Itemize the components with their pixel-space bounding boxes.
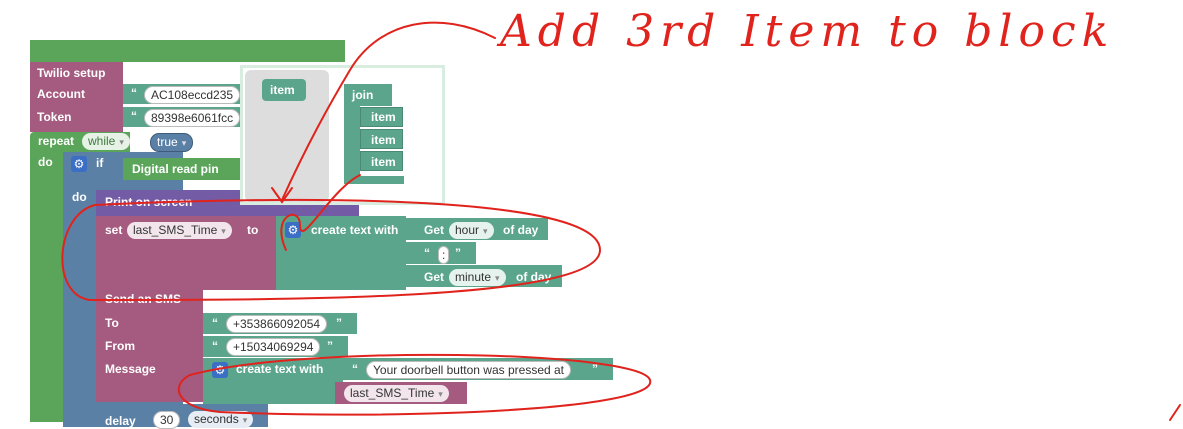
minute-dropdown[interactable]: minute ▾ [449, 269, 506, 286]
set-label: set [105, 223, 123, 237]
sms-to-label: To [105, 316, 119, 330]
minute-text: minute [455, 270, 492, 284]
repeat-do-label: do [38, 155, 53, 169]
message-variable-text: last_SMS_Time [350, 386, 435, 400]
dropdown-arrow-icon: ▾ [119, 137, 124, 147]
repeat-mode-dropdown[interactable]: while ▾ [82, 133, 130, 150]
flyout-join-label: join [352, 88, 374, 102]
sms-title: Send an SMS [105, 292, 182, 306]
of-day-label: of day [503, 223, 539, 237]
get-minute-label: Get [424, 270, 445, 284]
repeat-mode-text: while [88, 134, 116, 148]
account-quote: “ [131, 86, 137, 100]
repeat-top-strip [30, 40, 345, 62]
to-quote-open: “ [212, 316, 218, 330]
account-value-field[interactable]: AC108eccd235 [144, 86, 241, 104]
from-quote-open: “ [212, 339, 218, 353]
flyout-join-spine [344, 104, 360, 179]
colon-field[interactable]: : [438, 246, 450, 264]
set-variable-text: last_SMS_Time [133, 223, 218, 237]
twilio-account-label: Account [37, 87, 85, 101]
flyout-join-bottom [344, 176, 404, 184]
message-quote-close: ” [592, 362, 598, 376]
dropdown-arrow-icon: ▾ [483, 226, 488, 236]
dropdown-arrow-icon: ▾ [438, 389, 443, 399]
message-mutator-gear-icon[interactable]: ⚙ [212, 362, 228, 378]
delay-value-field[interactable]: 30 [153, 411, 181, 429]
repeat-label: repeat [38, 134, 75, 148]
annotation-stray-mark [1169, 404, 1181, 421]
flyout-join-item-3-label: item [371, 155, 396, 169]
from-value-field[interactable]: +15034069294 [226, 338, 321, 356]
delay-label: delay [105, 414, 136, 428]
create-text-mutator-gear-icon[interactable]: ⚙ [285, 222, 301, 238]
colon-quote-open: “ [424, 246, 430, 260]
message-variable-dropdown[interactable]: last_SMS_Time ▾ [344, 385, 449, 402]
of-day-label-2: of day [516, 270, 552, 284]
dropdown-arrow-icon: ▾ [181, 138, 187, 148]
flyout-item-label: item [270, 83, 295, 97]
set-variable-dropdown[interactable]: last_SMS_Time ▾ [127, 222, 232, 239]
hour-dropdown[interactable]: hour ▾ [449, 222, 494, 239]
annotation-title: Add 3rd Item to block [500, 6, 1115, 57]
colon-quote-close: ” [455, 246, 461, 260]
digital-read-label: Digital read pin [132, 162, 219, 176]
delay-unit-text: seconds [194, 412, 239, 426]
get-hour-label: Get [424, 223, 445, 237]
message-value-field[interactable]: Your doorbell button was pressed at [366, 361, 572, 379]
sms-from-label: From [105, 339, 135, 353]
token-value-field[interactable]: 89398e6061fcc [144, 109, 241, 127]
message-create-label: create text with [236, 362, 324, 376]
print-label: Print on screen [105, 195, 193, 209]
delay-unit-dropdown[interactable]: seconds ▾ [188, 411, 254, 428]
hour-text: hour [455, 223, 480, 237]
to-value-field[interactable]: +353866092054 [226, 315, 328, 333]
set-to-label: to [247, 223, 259, 237]
create-text-label: create text with [311, 223, 399, 237]
flyout-join-item-2-label: item [371, 133, 396, 147]
from-quote-close: ” [327, 339, 333, 353]
if-label: if [96, 156, 104, 170]
message-quote-open: “ [352, 362, 358, 376]
flyout-join-item-1-label: item [371, 110, 396, 124]
dropdown-arrow-icon: ▾ [242, 415, 248, 425]
repeat-condition-dropdown[interactable]: true ▾ [150, 133, 194, 152]
to-quote-close: ” [336, 316, 342, 330]
dropdown-arrow-icon: ▾ [495, 273, 500, 283]
repeat-condition-text: true [157, 135, 178, 149]
twilio-token-label: Token [37, 110, 72, 124]
mutator-gear-icon[interactable]: ⚙ [71, 156, 87, 172]
token-quote: “ [131, 109, 137, 123]
if-do-label: do [72, 190, 87, 204]
twilio-title: Twilio setup [37, 66, 106, 80]
dropdown-arrow-icon: ▾ [221, 226, 226, 236]
sms-message-label: Message [105, 362, 156, 376]
